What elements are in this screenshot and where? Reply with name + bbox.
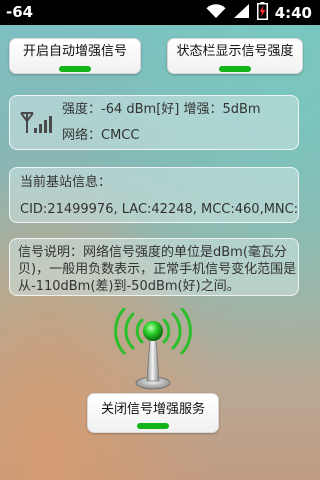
close-boost-service-button[interactable]: 关闭信号增强服务 (87, 393, 219, 433)
statusbar-strength-button[interactable]: 状态栏显示信号强度 (167, 38, 303, 74)
signal-tower-icon[interactable] (111, 307, 195, 392)
statusbar-strength-indicator (219, 66, 251, 72)
status-time: 4:40 (274, 3, 312, 22)
auto-boost-indicator (59, 66, 91, 72)
antenna-signal-icon (20, 110, 54, 138)
close-boost-service-label: 关闭信号增强服务 (100, 402, 205, 417)
signal-info-panel: 强度：-64 dBm[好] 增强：5dBm 网络：CMCC (9, 95, 299, 150)
signal-description: 信号说明：网络信号强度的单位是dBm(毫瓦分 贝)，一般用负数表示，正常手机信号… (18, 245, 297, 294)
status-signal-value: -64 (6, 3, 34, 21)
app-screen: -64 4:40 开启自动增强信号 状态栏显示信号强度 强度：-64 dBm[好… (0, 0, 320, 480)
status-icons: 4:40 (206, 1, 312, 24)
base-station-panel: 当前基站信息： CID:21499976, LAC:42248, MCC:460… (9, 167, 299, 223)
statusbar-strength-button-label: 状态栏显示信号强度 (176, 44, 294, 59)
auto-boost-button[interactable]: 开启自动增强信号 (9, 38, 141, 74)
base-station-title: 当前基站信息： (20, 175, 112, 190)
auto-boost-button-label: 开启自动增强信号 (22, 44, 127, 59)
network-text: 网络：CMCC (62, 128, 140, 143)
wifi-icon (206, 3, 226, 23)
base-station-info: CID:21499976, LAC:42248, MCC:460,MNC:1 (20, 202, 299, 217)
close-boost-indicator (137, 423, 169, 429)
battery-charging-icon (256, 1, 268, 24)
signal-bars-icon (233, 3, 250, 23)
signal-strength-text: 强度：-64 dBm[好] 增强：5dBm (62, 102, 261, 117)
status-bar: -64 4:40 (0, 0, 320, 25)
